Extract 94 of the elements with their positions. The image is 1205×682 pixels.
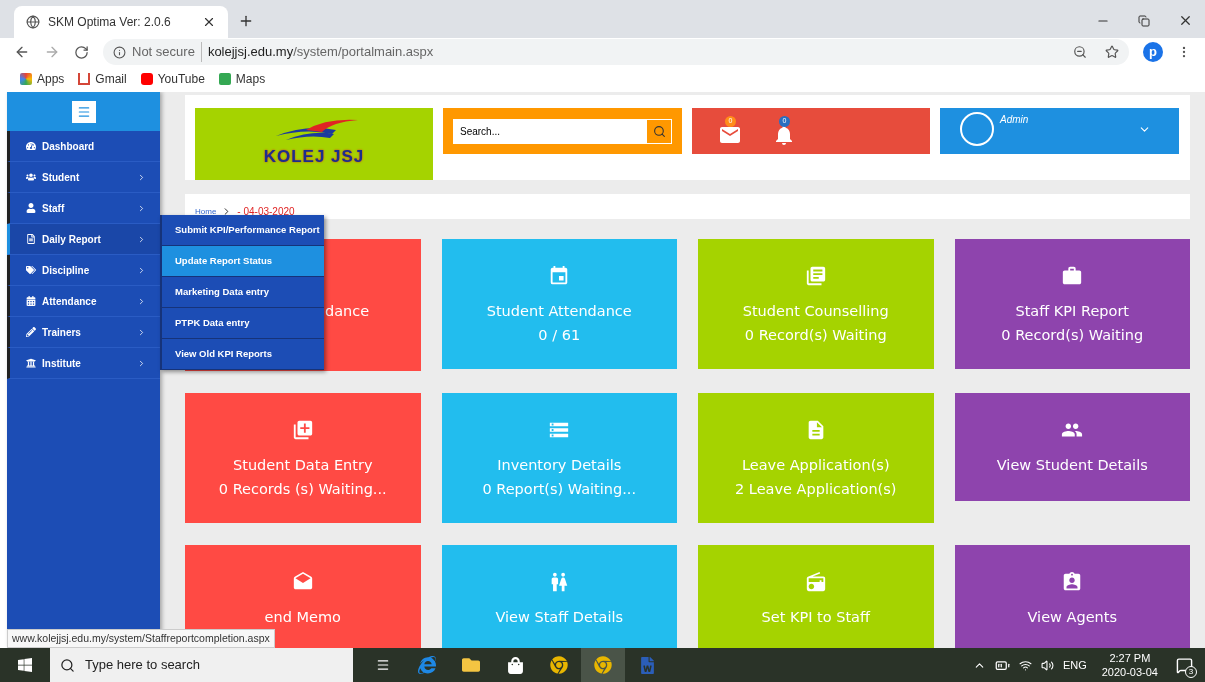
language-indicator[interactable]: ENG (1062, 656, 1087, 674)
security-label: Not secure (132, 42, 202, 62)
menu-icon (76, 104, 91, 119)
search-field[interactable]: Type here to search (85, 655, 353, 675)
word-icon (638, 656, 656, 674)
info-icon (113, 45, 126, 59)
speaker-icon[interactable] (1040, 658, 1054, 672)
clock[interactable]: 2:27 PM 2020-03-04 (1095, 651, 1164, 679)
building-icon (26, 358, 36, 368)
books-icon (804, 265, 827, 287)
dashboard-tile[interactable]: View Student Details (954, 393, 1190, 501)
tile-subtitle: 0 / 61 (538, 326, 581, 345)
notification-count: 3 (1185, 666, 1197, 678)
tile-title: View Student Details (996, 456, 1148, 475)
bookmark-icon (140, 73, 153, 85)
add-document-icon (291, 419, 314, 441)
tile-subtitle: 2 Leave Application(s) (735, 480, 897, 499)
logo-text: KOLEJ JSJ (263, 146, 365, 169)
user-name: Admin (1000, 113, 1030, 127)
tile-title: Set KPI to Staff (761, 608, 870, 627)
search-box[interactable]: Search... (453, 118, 672, 144)
tile-title: dance (325, 302, 370, 321)
tile-title: View Staff Details (495, 608, 624, 627)
bag-icon (506, 656, 524, 674)
calendar-icon (26, 296, 36, 306)
close-window-icon[interactable] (1178, 13, 1193, 28)
search-button[interactable] (647, 119, 671, 143)
chevron-icon (137, 358, 146, 368)
restore-icon[interactable] (1138, 14, 1150, 27)
tile-subtitle: 0 Record(s) Waiting (1001, 326, 1144, 345)
home-link[interactable]: Home (195, 205, 217, 218)
bookmark-link[interactable]: Gmail (78, 70, 127, 88)
bookmark-icon (218, 73, 231, 85)
tile-title: end Memo (264, 608, 341, 627)
tags-icon (26, 265, 36, 275)
bookmark-link[interactable]: Apps (20, 70, 65, 88)
back-icon[interactable] (14, 44, 30, 60)
bookmark-link[interactable]: Maps (218, 70, 266, 88)
search-field[interactable]: Search... (454, 119, 647, 143)
globe-icon (26, 15, 40, 29)
hamburger-button[interactable] (71, 100, 96, 123)
browser-e-icon (418, 656, 436, 674)
status-tooltip: www.kolejjsj.edu.my/system/Staffreportcompletion.aspx (7, 629, 275, 648)
tile-title: Student Data Entry (233, 456, 373, 475)
folder-icon (462, 656, 480, 674)
dashboard-tile[interactable]: View Agents (954, 545, 1190, 648)
dashboard-tile[interactable]: Staff KPI Report 0 Record(s) Waiting (954, 239, 1190, 369)
radio-icon (804, 571, 827, 593)
chevron-icon (137, 234, 146, 244)
bookmark-icon (78, 73, 91, 85)
windows-icon (17, 657, 33, 673)
new-tab-icon[interactable] (238, 13, 254, 29)
search-icon (60, 657, 75, 673)
tile-title: Staff KPI Report (1015, 302, 1130, 321)
pencil-icon (26, 327, 36, 337)
tile-title: Student Counselling (742, 302, 889, 321)
chevron-icon (137, 172, 146, 182)
tile-subtitle: 0 Report(s) Waiting... (482, 480, 637, 499)
star-icon[interactable] (1105, 45, 1119, 59)
tile-title: Student Attendance (486, 302, 632, 321)
tile-title: Leave Application(s) (741, 456, 890, 475)
sidebar-item[interactable]: Daily Report (7, 224, 160, 255)
document-icon (26, 234, 36, 244)
url-text: kolejjsj.edu.my/system/portalmain.aspx (207, 43, 434, 62)
zoom-icon[interactable] (1073, 45, 1087, 59)
chevron-icon (137, 327, 146, 337)
browser-tab[interactable]: SKM Optima Ver: 2.0.6 (14, 6, 228, 38)
tab-title: SKM Optima Ver: 2.0.6 (48, 14, 172, 31)
bookmark-link[interactable]: YouTube (140, 70, 205, 88)
notifications-button[interactable]: 3 (1173, 654, 1195, 676)
chevron-icon (137, 203, 146, 213)
address-bar[interactable]: Not secure kolejjsj.edu.my/system/portalmain.aspx (103, 39, 1129, 65)
task-view-icon (376, 658, 390, 672)
tile-subtitle: 0 Record(s) Waiting (744, 326, 887, 345)
chrome-icon (550, 656, 568, 674)
taskbar-search-box[interactable]: Type here to search (50, 648, 353, 682)
message-icon (1175, 656, 1193, 674)
profile-avatar[interactable]: p (1143, 42, 1163, 62)
users-icon (26, 172, 36, 182)
reload-icon[interactable] (74, 44, 89, 60)
chevron-icon (137, 296, 146, 306)
tile-title: View Agents (1027, 608, 1117, 627)
close-tab-icon[interactable] (202, 15, 216, 29)
chrome-button[interactable] (581, 648, 625, 682)
tile-title: Inventory Details (497, 456, 622, 475)
user-icon (26, 203, 36, 213)
briefcase-icon (1061, 265, 1084, 287)
tile-subtitle: 0 Records (s) Waiting... (218, 480, 387, 499)
gauge-icon (26, 141, 36, 151)
chrome-icon (594, 656, 612, 674)
search-icon (652, 124, 666, 138)
bookmark-icon (20, 73, 32, 85)
wifi-icon[interactable] (1018, 658, 1032, 672)
chevron-icon (137, 265, 146, 275)
